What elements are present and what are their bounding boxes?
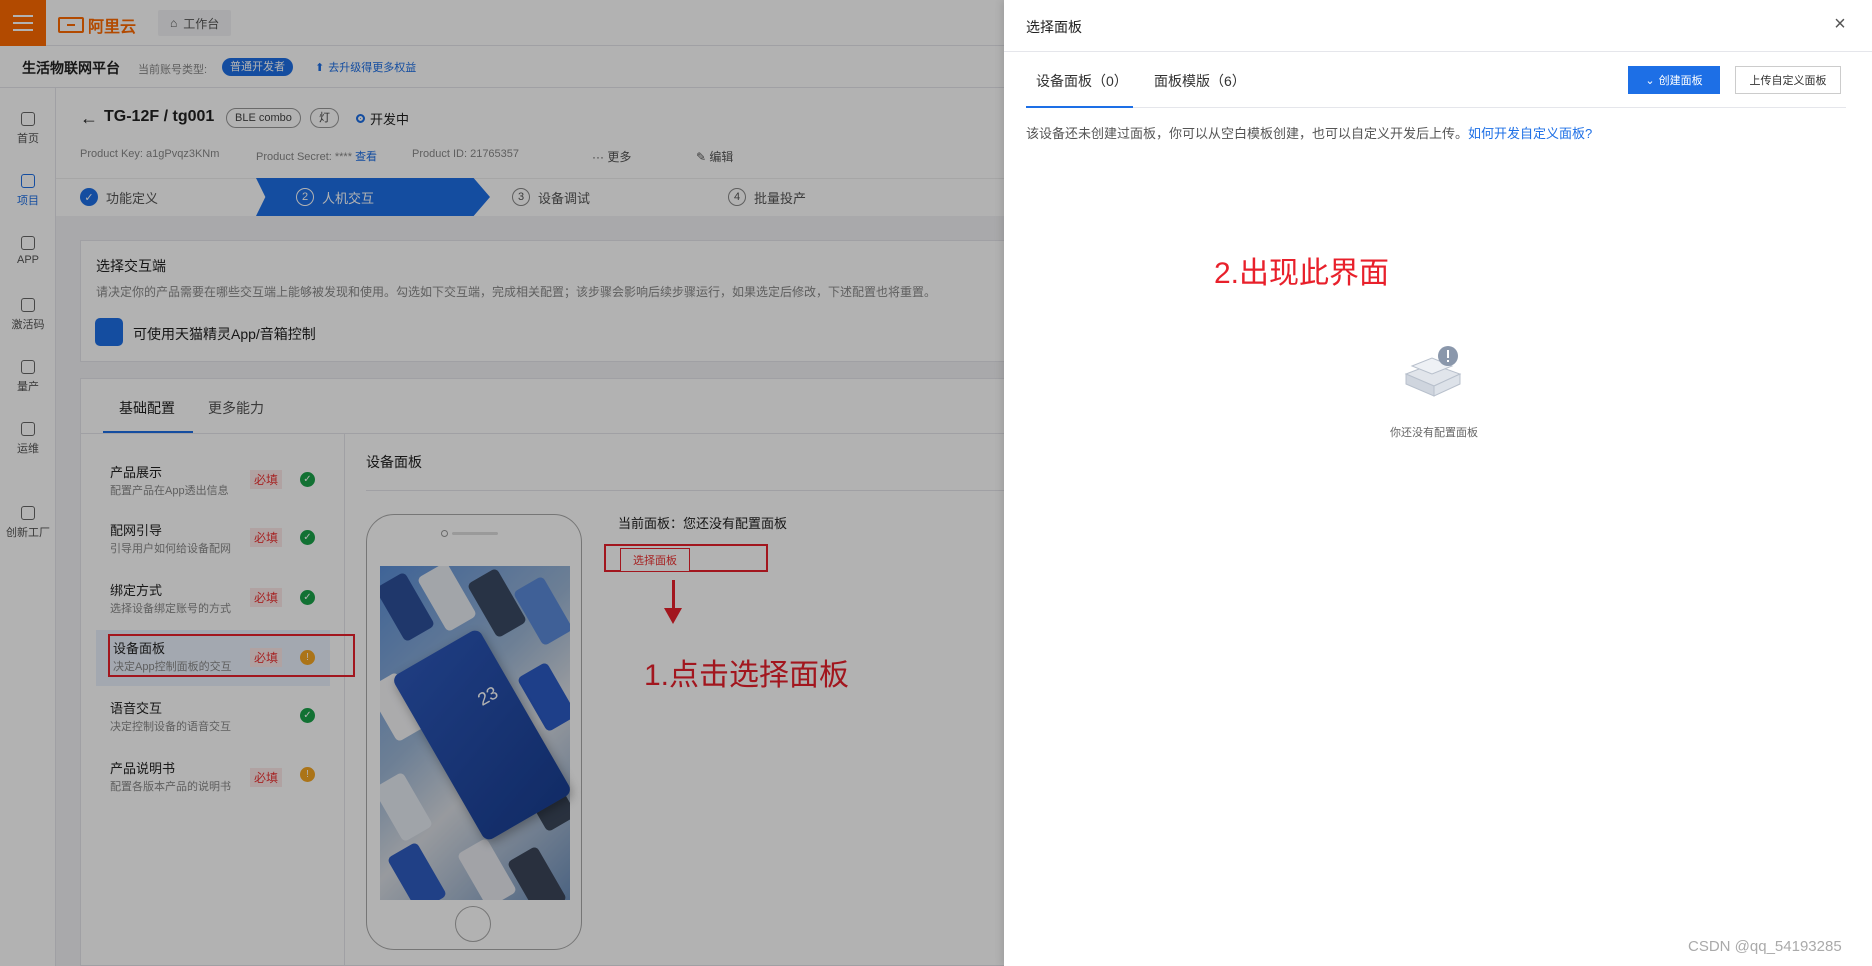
chevron-down-icon: ⌄ [1645,74,1655,87]
watermark: CSDN @qq_54193285 [1688,938,1842,955]
empty-state-text: 你还没有配置面板 [1390,427,1478,439]
drawer-header-divider [1004,51,1872,52]
create-panel-button[interactable]: ⌄ 创建面板 [1628,66,1720,94]
annotation-step2: 2.出现此界面 [1214,257,1390,290]
select-panel-drawer [1004,0,1872,966]
empty-box-icon [1404,346,1462,397]
drawer-tabs-divider [1026,107,1846,108]
tab-device-panels[interactable]: 设备面板（0） [1036,71,1128,91]
close-icon[interactable]: × [1830,14,1850,34]
custom-panel-help-link[interactable]: 如何开发自定义面板? [1468,126,1592,141]
drawer-info: 该设备还未创建过面板，你可以从空白模板创建，也可以自定义开发后上传。如何开发自定… [1026,123,1592,142]
modal-overlay[interactable] [0,0,1004,966]
drawer-info-text: 该设备还未创建过面板，你可以从空白模板创建，也可以自定义开发后上传。 [1026,126,1469,141]
drawer-title: 选择面板 [1026,19,1082,35]
create-panel-label: 创建面板 [1658,75,1703,87]
upload-custom-panel-button[interactable]: 上传自定义面板 [1735,66,1841,94]
tab-panel-templates[interactable]: 面板模版（6） [1154,71,1246,91]
drawer-tab-underline [1026,106,1133,108]
